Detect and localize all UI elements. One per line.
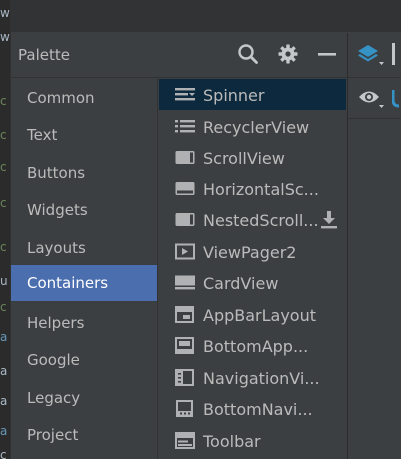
component-nestedscrollview[interactable]: NestedScroll... bbox=[159, 204, 346, 235]
component-navigationview[interactable]: NavigationVi... bbox=[159, 362, 346, 393]
component-label: RecyclerView bbox=[203, 118, 310, 137]
component-cardview[interactable]: CardView bbox=[159, 267, 346, 298]
right-toolbar bbox=[348, 33, 401, 78]
component-bottomappbar[interactable]: BottomApp... bbox=[159, 330, 346, 361]
code-editor-edge: w w c c c c c u c a a a a c bbox=[0, 0, 11, 459]
component-label: BottomApp... bbox=[203, 337, 309, 356]
code-fragment: c bbox=[0, 300, 7, 314]
nested-scrollview-icon bbox=[175, 213, 195, 226]
component-viewpager2[interactable]: ViewPager2 bbox=[159, 236, 346, 267]
code-fragment: c bbox=[0, 160, 7, 174]
code-fragment: c bbox=[0, 128, 7, 142]
code-fragment: a bbox=[0, 364, 8, 378]
component-scrollview[interactable]: ScrollView bbox=[159, 142, 346, 173]
category-helpers[interactable]: Helpers bbox=[11, 305, 157, 341]
component-label: NavigationVi... bbox=[203, 369, 320, 388]
component-label: Toolbar bbox=[203, 432, 261, 451]
category-layouts[interactable]: Layouts bbox=[11, 230, 157, 266]
android-studio-palette-window: w w c c c c c u c a a a a c Palette Comm… bbox=[0, 0, 401, 459]
gear-icon[interactable] bbox=[276, 42, 300, 66]
download-icon[interactable] bbox=[321, 211, 337, 229]
bottom-appbar-icon bbox=[175, 337, 194, 354]
category-buttons[interactable]: Buttons bbox=[11, 155, 157, 191]
code-fragment: w bbox=[0, 6, 10, 20]
category-text[interactable]: Text bbox=[11, 117, 157, 153]
component-label: ViewPager2 bbox=[203, 243, 297, 262]
code-fragment: c bbox=[0, 448, 7, 459]
code-fragment: c bbox=[0, 94, 7, 108]
layers-icon[interactable] bbox=[356, 42, 384, 68]
toolbar-fragment bbox=[392, 43, 395, 65]
palette-component-list: Spinner RecyclerView ScrollView Horizont… bbox=[158, 78, 346, 459]
appbar-icon bbox=[175, 306, 194, 323]
palette-title: Palette bbox=[18, 46, 70, 64]
toolbar-fragment-icon bbox=[392, 90, 400, 108]
code-fragment: c bbox=[0, 196, 7, 210]
component-label: HorizontalSc... bbox=[203, 180, 319, 199]
component-label: Spinner bbox=[203, 86, 265, 105]
scrollview-icon bbox=[175, 151, 195, 164]
component-appbarlayout[interactable]: AppBarLayout bbox=[159, 299, 346, 330]
cardview-icon bbox=[175, 275, 195, 290]
code-fragment: a bbox=[0, 424, 8, 438]
horizontal-scrollview-icon bbox=[175, 182, 195, 195]
component-horizontalscrollview[interactable]: HorizontalSc... bbox=[159, 173, 346, 204]
category-containers[interactable]: Containers bbox=[11, 265, 157, 301]
component-label: NestedScroll... bbox=[203, 211, 319, 230]
component-toolbar[interactable]: Toolbar bbox=[159, 425, 346, 456]
category-google[interactable]: Google bbox=[11, 342, 157, 378]
minimize-icon[interactable] bbox=[315, 42, 339, 66]
code-fragment: a bbox=[0, 394, 8, 408]
right-toolbar-secondary bbox=[348, 78, 401, 119]
navigation-view-icon bbox=[175, 369, 194, 386]
code-fragment: c bbox=[0, 240, 7, 254]
component-spinner[interactable]: Spinner bbox=[159, 79, 346, 110]
search-icon[interactable] bbox=[236, 42, 260, 66]
code-fragment: a bbox=[0, 330, 8, 344]
category-project[interactable]: Project bbox=[11, 417, 157, 453]
toolbar-icon bbox=[175, 432, 195, 449]
component-label: ScrollView bbox=[203, 149, 285, 168]
palette-header: Palette bbox=[11, 33, 346, 78]
spinner-icon bbox=[175, 88, 195, 101]
list-icon bbox=[175, 120, 195, 133]
category-legacy[interactable]: Legacy bbox=[11, 380, 157, 416]
component-bottomnavigationview[interactable]: BottomNavi... bbox=[159, 393, 346, 424]
code-fragment: w bbox=[0, 30, 10, 44]
eye-icon[interactable] bbox=[358, 87, 386, 111]
top-toolbar bbox=[11, 0, 401, 32]
palette-category-list: Common Text Buttons Widgets Layouts Cont… bbox=[11, 78, 158, 459]
viewpager-icon bbox=[175, 243, 195, 260]
component-recyclerview[interactable]: RecyclerView bbox=[159, 111, 346, 142]
code-fragment: u bbox=[0, 274, 8, 288]
attributes-side-panel bbox=[347, 33, 401, 459]
category-widgets[interactable]: Widgets bbox=[11, 192, 157, 228]
component-label: CardView bbox=[203, 274, 279, 293]
bottom-navigation-icon bbox=[176, 400, 193, 417]
category-common[interactable]: Common bbox=[11, 80, 157, 116]
component-label: BottomNavi... bbox=[203, 400, 313, 419]
component-label: AppBarLayout bbox=[203, 306, 317, 325]
